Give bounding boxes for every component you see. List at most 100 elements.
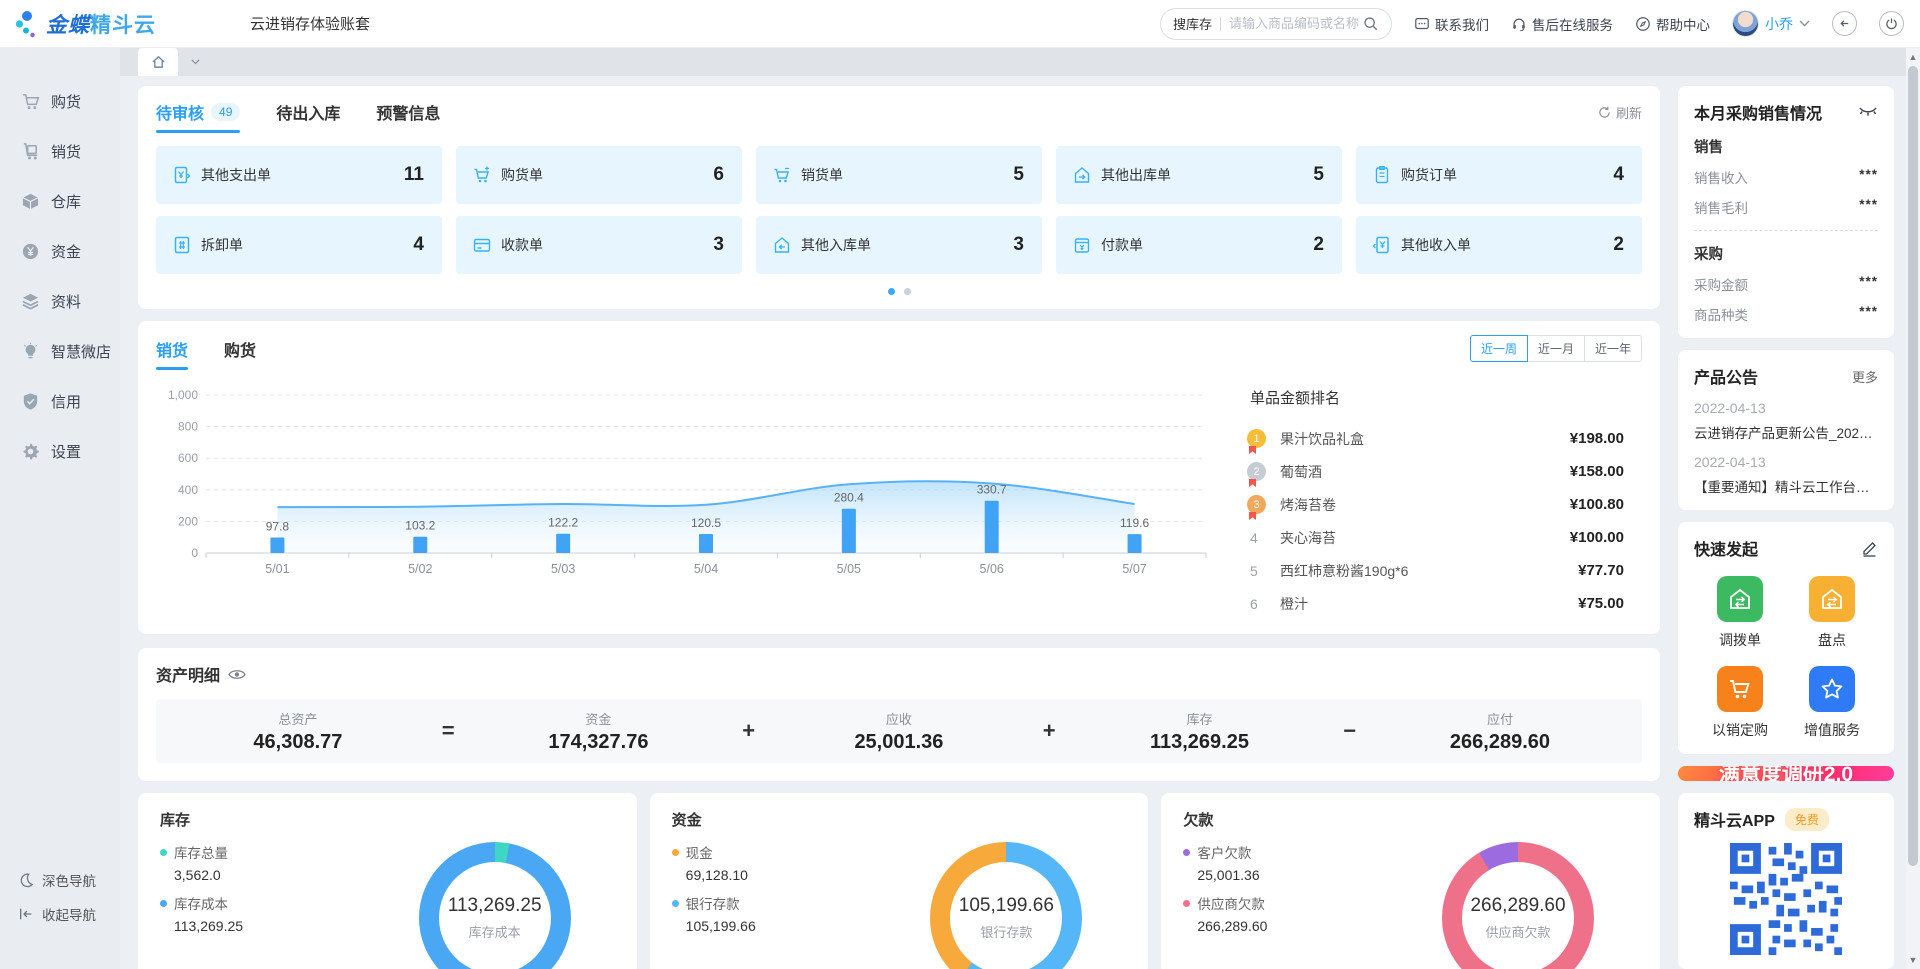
announcement-item[interactable]: 2022-04-13 【重要通知】精斗云工作台域…: [1694, 454, 1878, 496]
refresh-button[interactable]: 刷新: [1598, 103, 1642, 131]
home-tab[interactable]: [138, 48, 178, 76]
todo-panel: 待审核 49 待出入库 预警信息 刷新 其他支出单11: [138, 86, 1660, 309]
topbar: 金蝶精斗云 云进销存体验账套 搜库存 联系我们: [0, 0, 1920, 48]
username: 小乔: [1765, 14, 1793, 34]
avatar[interactable]: [1732, 10, 1759, 37]
todo-card-receipt[interactable]: 收款单3: [456, 216, 742, 274]
logout-power-button[interactable]: [1879, 11, 1904, 36]
cart-plus-icon: [472, 165, 492, 185]
ranking-row[interactable]: 6 橙汁¥75.00: [1250, 587, 1624, 620]
tab-pending-approval[interactable]: 待审核 49: [156, 100, 240, 133]
svg-text:600: 600: [178, 451, 198, 465]
scrollbar-thumb[interactable]: [1908, 66, 1918, 866]
sidebar-item-purchase[interactable]: 购货: [0, 76, 120, 126]
formula-funds: 资金174,327.76: [538, 709, 658, 754]
range-last-week-button[interactable]: 近一周: [1470, 335, 1528, 362]
pending-count-badge: 49: [211, 103, 240, 121]
todo-card-other-inbound[interactable]: 其他入库单3: [756, 216, 1042, 274]
search-icon[interactable]: [1363, 16, 1379, 32]
help-center-link[interactable]: 帮助中心: [1635, 14, 1710, 34]
legend-dot: [1183, 900, 1190, 907]
logo-dots-icon: [14, 9, 40, 39]
todo-card-other-expense[interactable]: 其他支出单11: [156, 146, 442, 204]
svg-text:97.8: 97.8: [266, 520, 290, 534]
sidebar-item-warehouse[interactable]: 仓库: [0, 176, 120, 226]
scrollbar-up-arrow[interactable]: ▲: [1906, 50, 1920, 64]
handtruck-icon: [21, 142, 40, 161]
todo-card-purchase-order[interactable]: 购货单6: [456, 146, 742, 204]
todo-card-disassembly[interactable]: 拆卸单4: [156, 216, 442, 274]
formula-total-assets: 总资产46,308.77: [238, 709, 358, 754]
card-receipt-icon: [472, 235, 492, 255]
gold-medal-icon: 1: [1247, 429, 1266, 448]
sidebar-item-credit[interactable]: 信用: [0, 376, 120, 426]
app-logo[interactable]: 金蝶精斗云: [14, 9, 210, 39]
quick-action-stocktake[interactable]: 盘点: [1786, 576, 1878, 650]
tab-sales-trend[interactable]: 销货: [156, 337, 188, 370]
sidebar-item-smart-store[interactable]: 智慧微店: [0, 326, 120, 376]
operator-plus: +: [742, 718, 755, 744]
announcements-title: 产品公告: [1694, 364, 1852, 388]
sidebar-item-data[interactable]: 资料: [0, 276, 120, 326]
quick-action-value-added[interactable]: 增值服务: [1786, 666, 1878, 740]
dark-nav-toggle[interactable]: 深色导航: [0, 863, 120, 897]
formula-receivable: 应收25,001.36: [839, 709, 959, 754]
todo-card-other-outbound[interactable]: 其他出库单5: [1056, 146, 1342, 204]
search-input[interactable]: [1229, 16, 1363, 31]
wallet-yen-icon: [1072, 235, 1092, 255]
sales-revenue-row: 销售收入***: [1694, 167, 1878, 187]
quick-action-transfer[interactable]: 调拨单: [1694, 576, 1786, 650]
svg-text:800: 800: [178, 420, 198, 434]
app-card: 精斗云APP 免费: [1678, 793, 1894, 969]
eye-hidden-icon[interactable]: [1858, 106, 1878, 118]
power-icon: [1885, 17, 1898, 30]
eye-visible-icon[interactable]: [228, 668, 246, 681]
more-link[interactable]: 更多: [1852, 367, 1878, 386]
contact-us-link[interactable]: 联系我们: [1414, 14, 1489, 34]
user-menu[interactable]: 小乔: [1732, 10, 1810, 37]
svg-text:122.2: 122.2: [548, 516, 578, 530]
page-scrollbar[interactable]: ▲ ▼: [1906, 48, 1920, 969]
collapse-nav-button[interactable]: 收起导航: [0, 897, 120, 931]
todo-card-sales-order[interactable]: 销货单5: [756, 146, 1042, 204]
back-arrow-icon: [1838, 17, 1851, 30]
svg-text:5/02: 5/02: [408, 562, 432, 576]
carousel-dot[interactable]: [904, 288, 911, 295]
todo-card-purchase-request[interactable]: 购货订单4: [1356, 146, 1642, 204]
sidebar-item-funds[interactable]: 资金: [0, 226, 120, 276]
search-box[interactable]: 搜库存: [1160, 8, 1392, 40]
carousel-dot-active[interactable]: [888, 288, 895, 295]
sidebar-item-settings[interactable]: 设置: [0, 426, 120, 476]
search-scope-selector[interactable]: 搜库存: [1173, 14, 1212, 33]
transfer-house-icon: [1819, 586, 1845, 612]
account-title: 云进销存体验账套: [250, 13, 370, 34]
edit-pencil-icon[interactable]: [1861, 539, 1878, 557]
after-sales-service-link[interactable]: 售后在线服务: [1511, 14, 1613, 34]
tab-purchase-trend[interactable]: 购货: [224, 337, 256, 370]
ranking-row[interactable]: 1 果汁饮品礼盒¥198.00: [1250, 422, 1624, 455]
debt-donut-card: 欠款 客户欠款 25,001.36 供应商欠款 266,289.60: [1161, 793, 1660, 969]
quick-launch-card: 快速发起 调拨单: [1678, 522, 1894, 754]
tab-dropdown-button[interactable]: [184, 48, 206, 76]
tab-alerts[interactable]: 预警信息: [376, 100, 440, 133]
ranking-row[interactable]: 2 葡萄酒¥158.00: [1250, 455, 1624, 488]
ranking-row[interactable]: 5 西红柿意粉酱190g*6¥77.70: [1250, 554, 1624, 587]
tab-pending-in-out[interactable]: 待出入库: [276, 100, 340, 133]
refresh-icon: [1598, 106, 1611, 119]
todo-card-payment[interactable]: 付款单2: [1056, 216, 1342, 274]
legend-supplier-debt: 供应商欠款 266,289.60: [1183, 893, 1353, 934]
announcement-item[interactable]: 2022-04-13 云进销存产品更新公告_20220…: [1694, 400, 1878, 442]
survey-banner[interactable]: 精斗云新版首页 满意度调研2.0 全新首页已到来 期待收到您的反馈: [1678, 766, 1894, 781]
svg-text:103.2: 103.2: [405, 519, 435, 533]
exit-back-button[interactable]: [1832, 11, 1857, 36]
quick-action-purchase-by-sales[interactable]: 以销定购: [1694, 666, 1786, 740]
sidebar-item-sales[interactable]: 销货: [0, 126, 120, 176]
range-last-year-button[interactable]: 近一年: [1584, 335, 1642, 362]
legend-bank-deposit: 银行存款 105,199.66: [672, 893, 842, 934]
scrollbar-down-arrow[interactable]: ▼: [1906, 953, 1920, 967]
svg-text:5/04: 5/04: [694, 562, 718, 576]
todo-card-other-income[interactable]: 其他收入单2: [1356, 216, 1642, 274]
ranking-row[interactable]: 4 夹心海苔¥100.00: [1250, 521, 1624, 554]
ranking-row[interactable]: 3 烤海苔卷¥100.80: [1250, 488, 1624, 521]
range-last-month-button[interactable]: 近一月: [1527, 335, 1585, 362]
